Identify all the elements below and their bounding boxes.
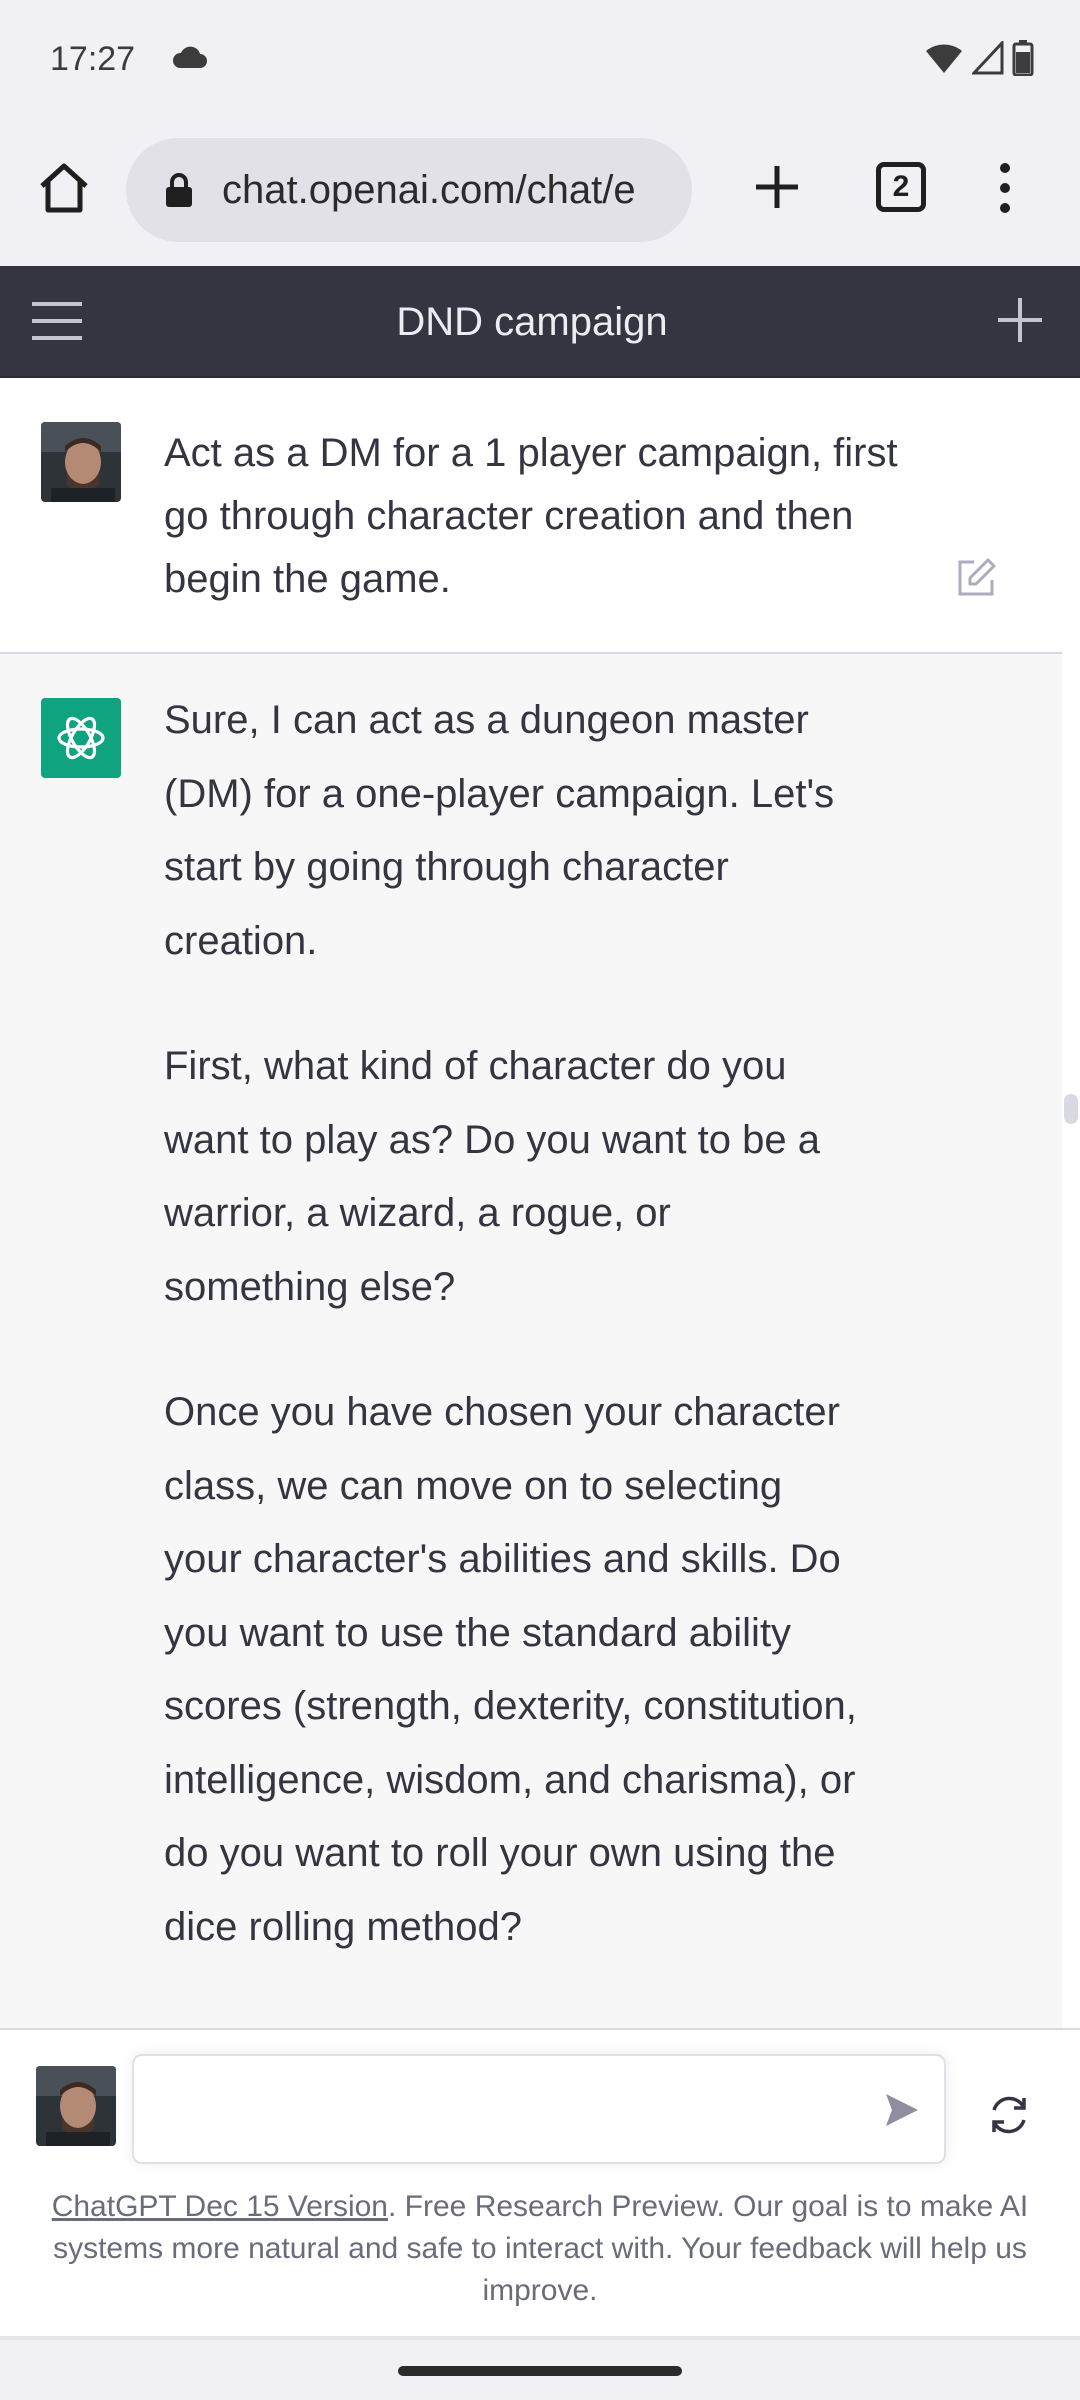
more-vert-icon[interactable] [990, 158, 1020, 218]
user-message-text: Act as a DM for a 1 player campaign, fir… [164, 431, 898, 601]
message-input[interactable] [132, 2054, 946, 2164]
assistant-paragraph: First, what kind of character do you wan… [164, 1044, 820, 1309]
user-avatar [41, 422, 121, 502]
status-bar: 17:27 [0, 0, 1080, 118]
home-icon[interactable] [36, 160, 92, 216]
assistant-paragraph: Sure, I can act as a dungeon master (DM)… [164, 698, 835, 963]
disclaimer: ChatGPT Dec 15 Version. Free Research Pr… [30, 2186, 1050, 2312]
chatgpt-logo-icon [41, 698, 121, 778]
battery-icon [1012, 40, 1034, 76]
cloud-icon [172, 46, 207, 68]
regenerate-icon[interactable] [984, 2090, 1034, 2140]
lock-icon [166, 173, 192, 207]
user-avatar [36, 2066, 116, 2146]
status-icons [924, 40, 1034, 76]
status-time: 17:27 [50, 40, 136, 78]
scrollbar-track[interactable] [1062, 378, 1080, 2028]
new-chat-icon[interactable] [994, 294, 1046, 346]
version-link[interactable]: ChatGPT Dec 15 Version [52, 2190, 388, 2223]
url-text: chat.openai.com/chat/e [222, 167, 636, 212]
plus-icon[interactable] [748, 158, 806, 216]
assistant-message-text: Sure, I can act as a dungeon master (DM)… [164, 684, 864, 2016]
chat-title: DND campaign [396, 300, 668, 344]
cell-signal-icon [972, 41, 1004, 75]
assistant-paragraph: Once you have chosen your character clas… [164, 1390, 857, 1949]
home-gesture-handle[interactable] [398, 2366, 682, 2376]
gesture-nav-bar [0, 2340, 1080, 2400]
composer-area: ChatGPT Dec 15 Version. Free Research Pr… [0, 2028, 1080, 2340]
chat-header: DND campaign [0, 266, 1080, 378]
tab-switcher-button[interactable]: 2 [876, 162, 926, 212]
scrollbar-thumb[interactable] [1064, 1094, 1078, 1124]
send-icon[interactable] [882, 2090, 922, 2130]
address-bar[interactable]: chat.openai.com/chat/e [126, 138, 692, 242]
tab-count: 2 [892, 170, 910, 203]
user-message: Act as a DM for a 1 player campaign, fir… [0, 378, 1062, 654]
browser-toolbar: chat.openai.com/chat/e 2 [0, 118, 1080, 266]
edit-icon[interactable] [954, 556, 998, 600]
wifi-icon [926, 44, 962, 73]
assistant-message: Sure, I can act as a dungeon master (DM)… [0, 654, 1062, 2028]
